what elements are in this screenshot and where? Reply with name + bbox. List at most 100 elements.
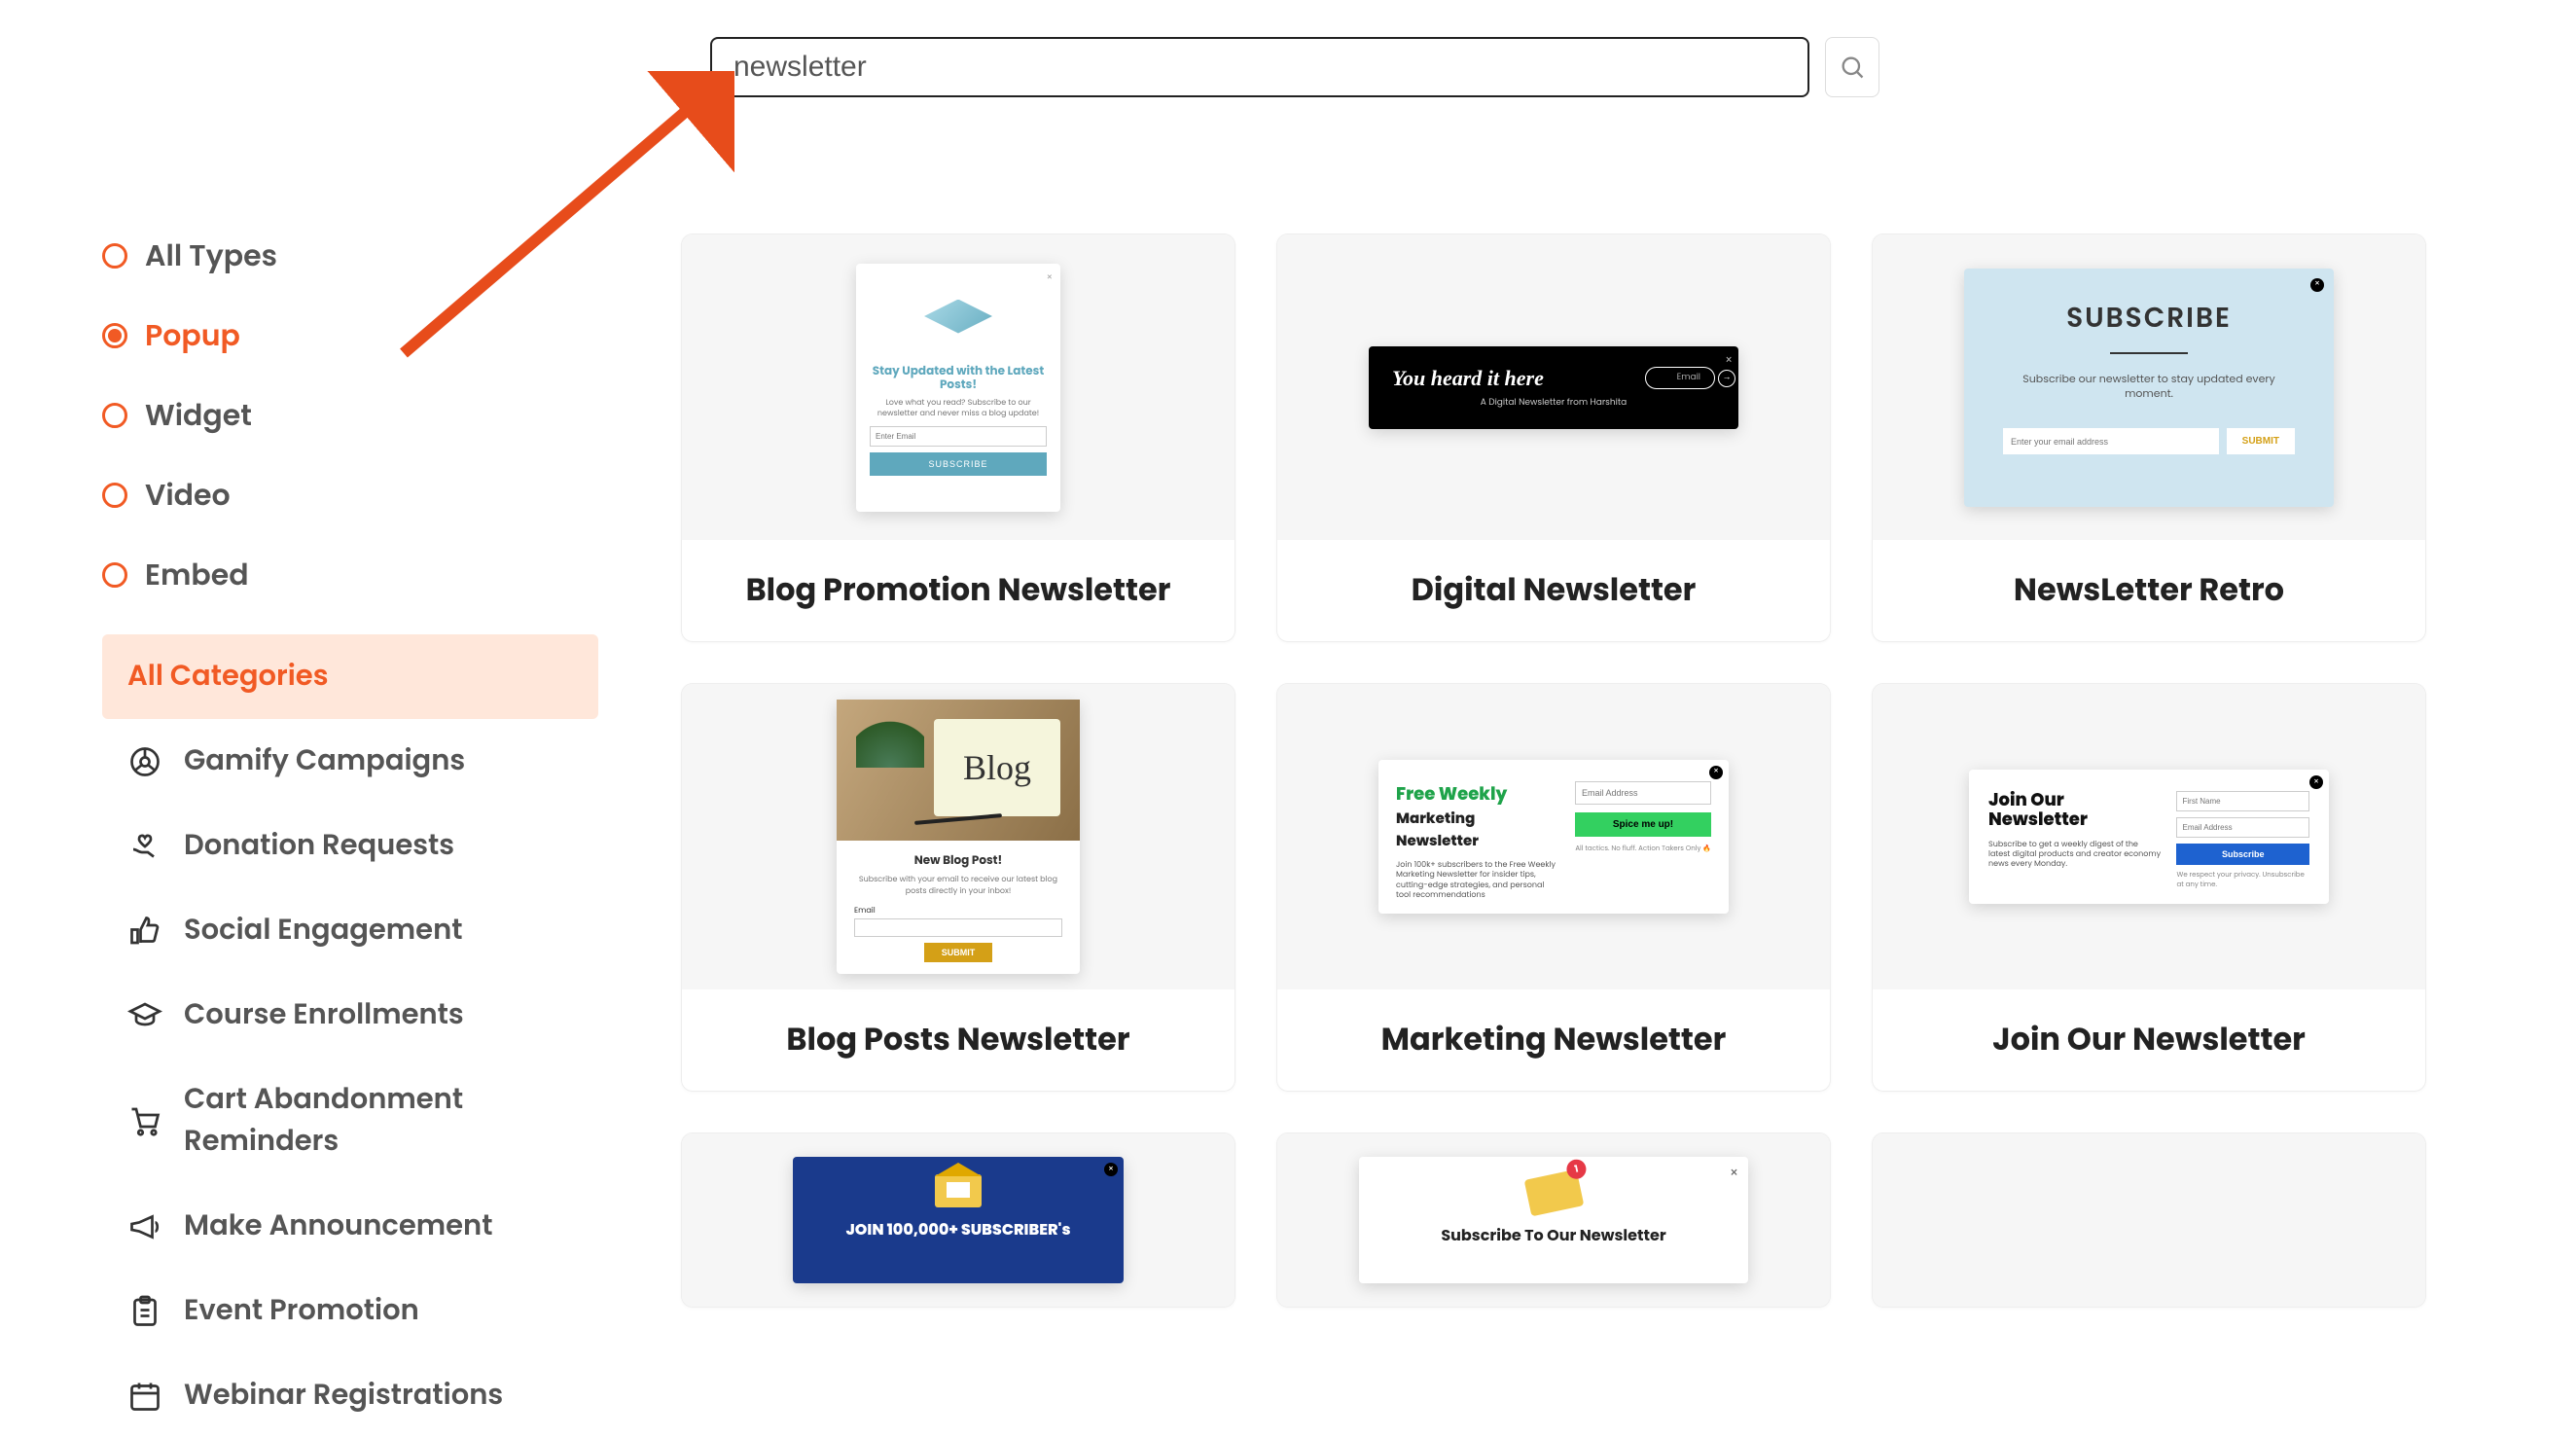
preview-heading: Subscribe To Our Newsletter	[1359, 1223, 1748, 1247]
preview-email-input	[1575, 781, 1711, 805]
cat-donation[interactable]: Donation Requests	[102, 804, 598, 888]
search-button[interactable]	[1825, 37, 1879, 97]
envelope-badge-icon	[1523, 1169, 1584, 1217]
template-card-blog-promo[interactable]: × Stay Updated with the Latest Posts! Lo…	[681, 234, 1235, 642]
preview-heading: SUBSCRIBE	[2003, 298, 2295, 339]
hand-heart-icon	[127, 829, 162, 864]
preview-sub: Subscribe with your email to receive our…	[854, 874, 1062, 897]
preview-subscribe-button: SUBSCRIBE	[870, 452, 1047, 476]
cat-label: All Categories	[127, 656, 329, 698]
template-thumb: × SUBSCRIBE Subscribe our newsletter to …	[1873, 234, 2425, 540]
type-label: All Types	[145, 234, 277, 278]
type-video[interactable]: Video	[102, 473, 598, 518]
template-title: Blog Promotion Newsletter	[682, 540, 1234, 641]
search-icon	[1839, 54, 1866, 81]
preview-retro: × SUBSCRIBE Subscribe our newsletter to …	[1964, 269, 2334, 507]
preview-email-input	[854, 918, 1062, 937]
preview-blog-promo: × Stay Updated with the Latest Posts! Lo…	[856, 264, 1060, 512]
search-row	[710, 37, 1879, 97]
close-icon: ×	[1047, 270, 1053, 285]
clipboard-icon	[127, 1294, 162, 1329]
template-thumb: × Free Weekly Marketing Newsletter Join …	[1277, 684, 1830, 989]
preview-sub: Love what you read? Subscribe to our new…	[870, 398, 1047, 418]
cat-event-promo[interactable]: Event Promotion	[102, 1269, 598, 1353]
cat-social[interactable]: Social Engagement	[102, 888, 598, 973]
type-all-types[interactable]: All Types	[102, 234, 598, 278]
preview-subscribe-to: × Subscribe To Our Newsletter	[1359, 1157, 1748, 1283]
template-thumb: × Blog New Blog Post! Subscribe with you…	[682, 684, 1234, 989]
type-widget[interactable]: Widget	[102, 393, 598, 438]
preview-heading: You heard it here	[1392, 366, 1544, 391]
search-input[interactable]	[710, 37, 1809, 97]
close-icon: ×	[1104, 1163, 1118, 1176]
type-embed[interactable]: Embed	[102, 553, 598, 597]
preview-email-input	[870, 426, 1047, 447]
cat-label: Social Engagement	[184, 910, 463, 952]
template-card-retro[interactable]: × SUBSCRIBE Subscribe our newsletter to …	[1872, 234, 2426, 642]
preview-subscribe-button: Subscribe	[2176, 844, 2309, 865]
preview-heading: Join Our Newsletter	[1988, 791, 2161, 830]
preview-footer: We respect your privacy. Unsubscribe at …	[2176, 871, 2309, 890]
template-title: Join Our Newsletter	[1873, 989, 2425, 1091]
envelope-icon	[935, 1174, 982, 1207]
sidebar: All Types Popup Widget Video Embed All C…	[102, 234, 598, 1438]
close-icon: ×	[1709, 766, 1723, 779]
preview-cta-button: Spice me up!	[1575, 812, 1711, 837]
preview-blog-posts: × Blog New Blog Post! Subscribe with you…	[837, 700, 1080, 974]
preview-submit-button: SUBMIT	[924, 943, 993, 962]
cat-label: Make Announcement	[184, 1205, 492, 1247]
cat-announcement[interactable]: Make Announcement	[102, 1184, 598, 1269]
template-thumb: × Subscribe To Our Newsletter	[1277, 1133, 1830, 1307]
preview-sub: Join 100k+ subscribers to the Free Weekl…	[1396, 860, 1559, 901]
calendar-icon	[127, 1379, 162, 1414]
type-popup[interactable]: Popup	[102, 313, 598, 358]
template-thumb: × JOIN 100,000+ SUBSCRIBER's	[682, 1133, 1234, 1307]
preview-photo: Blog	[837, 700, 1080, 841]
preview-marketing: × Free Weekly Marketing Newsletter Join …	[1378, 760, 1729, 915]
preview-digital: × You heard it here Email A Digital News…	[1369, 346, 1738, 429]
cat-all-categories[interactable]: All Categories	[102, 634, 598, 719]
cat-webinar[interactable]: Webinar Registrations	[102, 1353, 598, 1438]
cat-gamify[interactable]: Gamify Campaigns	[102, 719, 598, 804]
template-thumb: × Stay Updated with the Latest Posts! Lo…	[682, 234, 1234, 540]
template-card-subscribe-to[interactable]: × Subscribe To Our Newsletter	[1276, 1132, 1831, 1308]
template-card-blog-posts[interactable]: × Blog New Blog Post! Subscribe with you…	[681, 683, 1235, 1092]
template-card-9[interactable]	[1872, 1132, 2426, 1308]
preview-email-input	[2003, 428, 2219, 454]
template-title: Blog Posts Newsletter	[682, 989, 1234, 1091]
template-card-digital[interactable]: × You heard it here Email A Digital News…	[1276, 234, 1831, 642]
cat-label: Event Promotion	[184, 1290, 419, 1332]
cat-cart-abandon[interactable]: Cart Abandonment Reminders	[102, 1058, 598, 1184]
template-card-join-100k[interactable]: × JOIN 100,000+ SUBSCRIBER's	[681, 1132, 1235, 1308]
type-label: Popup	[145, 313, 240, 358]
type-label: Widget	[145, 393, 252, 438]
graduation-cap-icon	[127, 998, 162, 1033]
template-card-marketing[interactable]: × Free Weekly Marketing Newsletter Join …	[1276, 683, 1831, 1092]
preview-firstname-input	[2176, 791, 2309, 811]
preview-script-text: Blog	[963, 747, 1031, 788]
book-icon	[924, 300, 992, 348]
template-thumb	[1873, 1133, 2425, 1307]
preview-sub: Subscribe our newsletter to stay updated…	[2003, 372, 2295, 402]
preview-footer: All tactics. No fluff. Action Takers Onl…	[1575, 845, 1711, 854]
preview-join-our: × Join Our Newsletter Subscribe to get a…	[1969, 770, 2329, 904]
cat-label: Cart Abandonment Reminders	[184, 1079, 573, 1163]
megaphone-icon	[127, 1209, 162, 1244]
type-label: Video	[145, 473, 231, 518]
preview-email-input	[2176, 817, 2309, 838]
template-title: Marketing Newsletter	[1277, 989, 1830, 1091]
preview-submit-button: SUBMIT	[2227, 428, 2295, 454]
close-icon: ×	[1730, 1163, 1738, 1183]
template-card-join-our[interactable]: × Join Our Newsletter Subscribe to get a…	[1872, 683, 2426, 1092]
type-filter-group: All Types Popup Widget Video Embed	[102, 234, 598, 597]
cat-label: Course Enrollments	[184, 994, 464, 1036]
preview-sub: A Digital Newsletter from Harshita	[1392, 397, 1715, 410]
cat-courses[interactable]: Course Enrollments	[102, 973, 598, 1058]
preview-heading-2: Marketing Newsletter	[1396, 808, 1559, 852]
divider	[2110, 352, 2188, 354]
template-grid: × Stay Updated with the Latest Posts! Lo…	[681, 234, 2426, 1308]
template-title: Digital Newsletter	[1277, 540, 1830, 641]
radio-icon	[102, 562, 127, 588]
cat-label: Webinar Registrations	[184, 1375, 503, 1417]
steering-wheel-icon	[127, 744, 162, 779]
